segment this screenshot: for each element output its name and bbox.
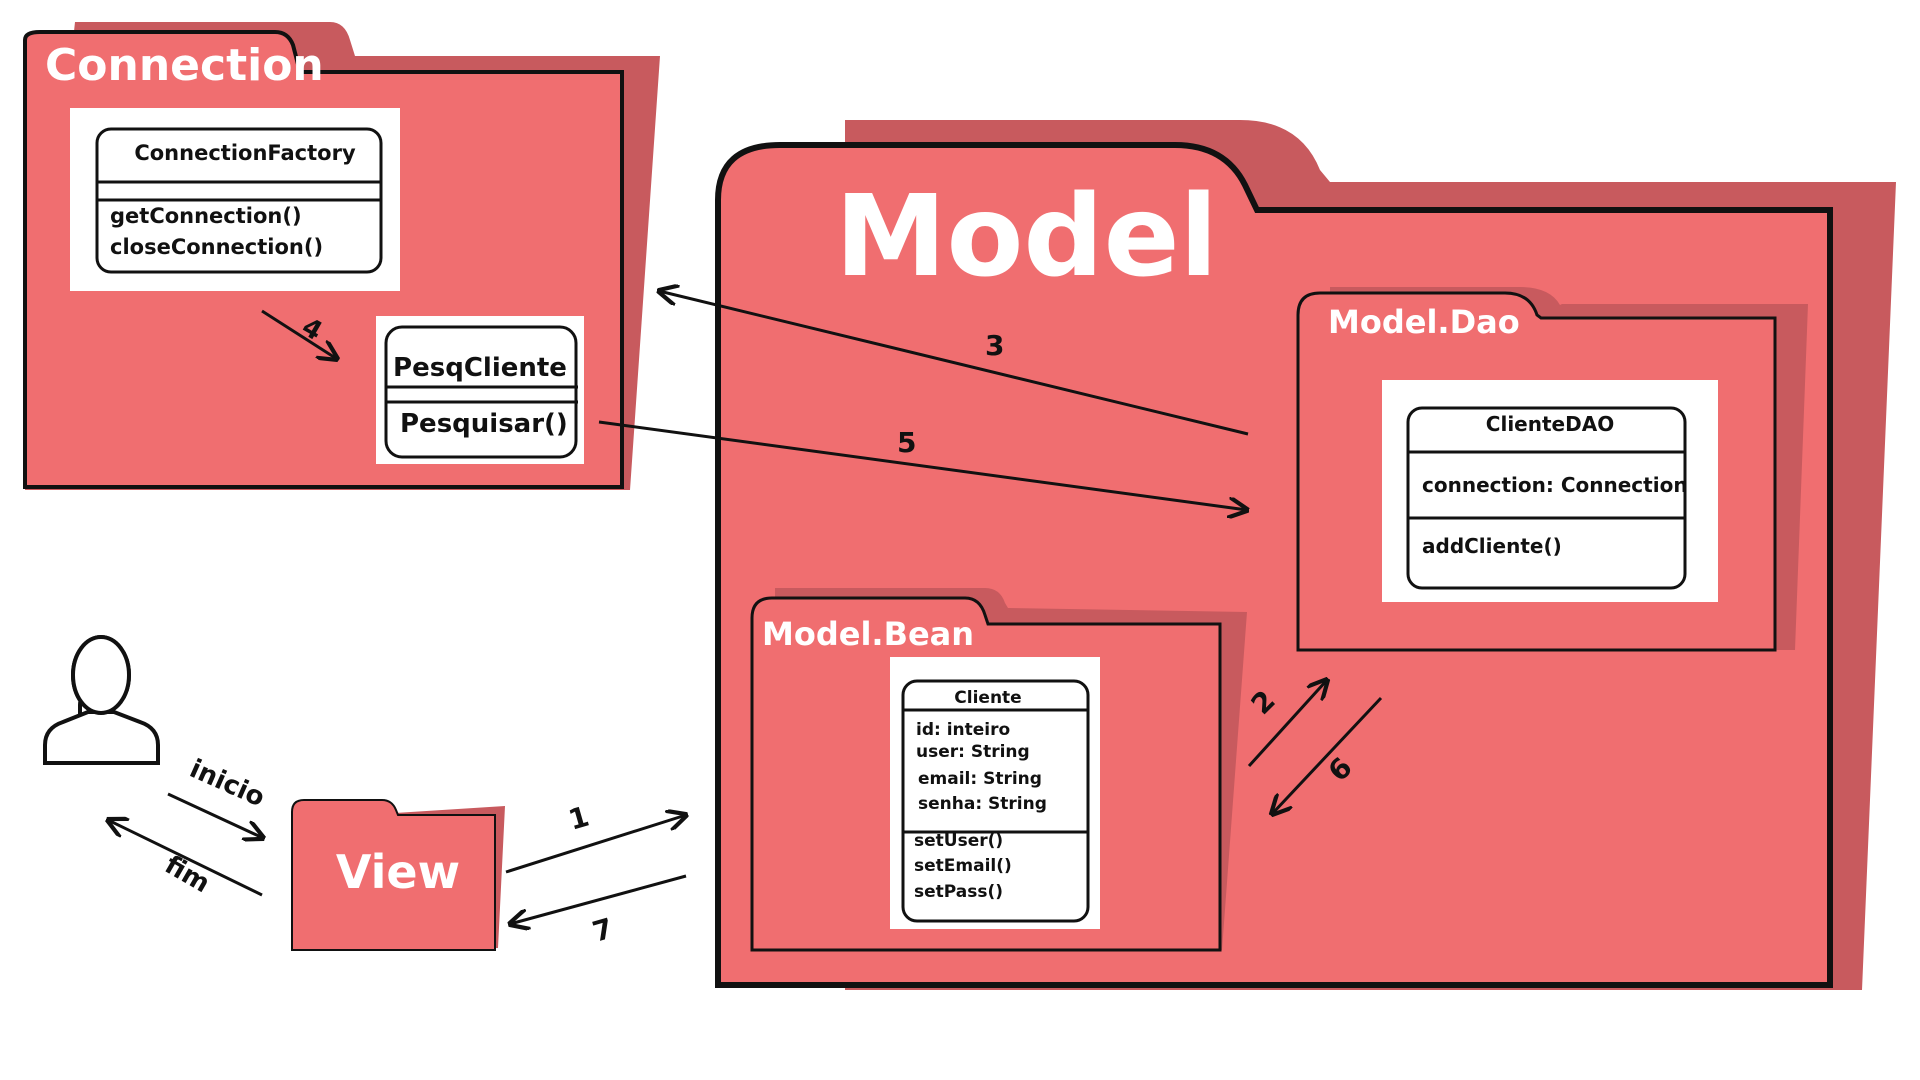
- connection-package-title: Connection: [45, 40, 324, 91]
- cliente-method: setUser(): [914, 831, 1003, 851]
- user-icon: [43, 635, 160, 765]
- pesq-cliente-name: PesqCliente: [393, 353, 567, 383]
- cliente-class: Cliente id: inteiro user: String email: …: [890, 657, 1100, 929]
- cliente-attribute: user: String: [916, 742, 1030, 762]
- label-step3: 3: [985, 329, 1004, 362]
- connection-factory-class: ConnectionFactory getConnection() closeC…: [70, 108, 400, 291]
- label-inicio: inicio: [185, 754, 269, 813]
- architecture-diagram: Connection ConnectionFactory getConnecti…: [23, 22, 1896, 990]
- pesq-cliente-method: Pesquisar(): [400, 409, 568, 439]
- cliente-dao-attribute: connection: Connection: [1422, 473, 1688, 497]
- connection-factory-method: closeConnection(): [110, 235, 323, 259]
- cliente-method: setEmail(): [914, 856, 1012, 876]
- cliente-attribute: email: String: [918, 769, 1042, 789]
- cliente-attribute: id: inteiro: [916, 720, 1010, 740]
- cliente-method: setPass(): [914, 882, 1003, 902]
- label-step5: 5: [897, 426, 916, 459]
- pesq-cliente-class: PesqCliente Pesquisar(): [376, 316, 584, 464]
- label-step7: 7: [589, 912, 617, 949]
- connection-factory-method: getConnection(): [110, 204, 302, 228]
- cliente-attribute: senha: String: [918, 794, 1047, 814]
- cliente-dao-method: addCliente(): [1422, 534, 1562, 558]
- cliente-name: Cliente: [954, 688, 1021, 708]
- connection-factory-name: ConnectionFactory: [134, 141, 356, 165]
- model-bean-title: Model.Bean: [762, 615, 974, 653]
- view-package: View: [291, 799, 505, 951]
- cliente-dao-name: ClienteDAO: [1486, 412, 1614, 436]
- cliente-dao-class: ClienteDAO connection: Connection addCli…: [1382, 380, 1718, 602]
- label-step1: 1: [565, 800, 593, 837]
- model-dao-title: Model.Dao: [1328, 303, 1520, 341]
- arrow-step1: [505, 815, 686, 874]
- label-fim: fim: [160, 850, 215, 899]
- view-package-title: View: [336, 845, 460, 899]
- model-package-title: Model: [835, 172, 1218, 302]
